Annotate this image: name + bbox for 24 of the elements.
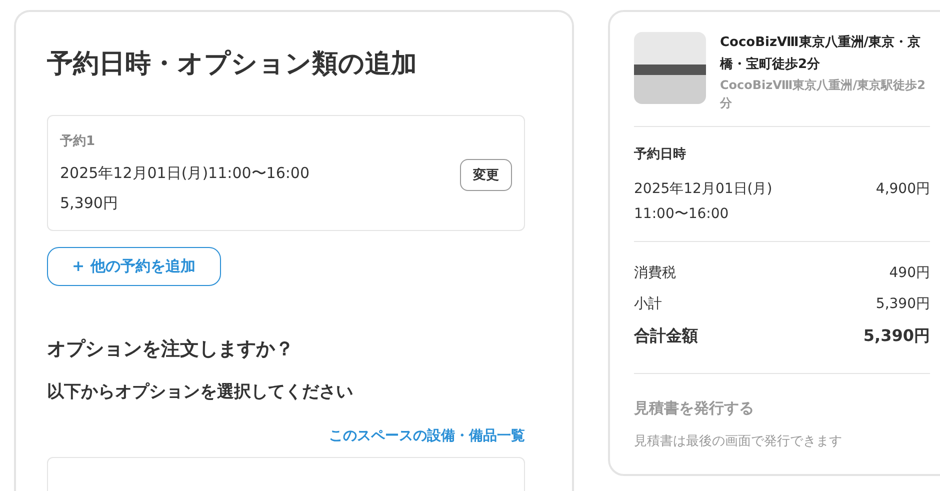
change-button[interactable]: 変更 <box>460 159 512 191</box>
price-value: 5,390円 <box>876 295 930 314</box>
reservation-price: 5,390円 <box>60 193 119 214</box>
price-label: 消費税 <box>634 264 676 283</box>
price-label: 小計 <box>634 295 662 314</box>
reservation-datetime: 2025年12月01日(月)11:00〜16:00 <box>60 163 310 184</box>
issue-quote-button[interactable]: 見積書を発行する <box>634 399 754 418</box>
reservation-time: 11:00〜16:00 <box>634 205 730 224</box>
price-label: 合計金額 <box>634 325 698 347</box>
page-title: 予約日時・オプション類の追加 <box>47 48 418 81</box>
equipment-list-link[interactable]: このスペースの設備・備品一覧 <box>329 427 525 445</box>
reservation-date: 2025年12月01日(月) <box>634 180 772 199</box>
price-value: 490円 <box>889 264 930 283</box>
options-question: オプションを注文しますか？ <box>47 337 295 362</box>
datetime-heading: 予約日時 <box>634 146 687 163</box>
reservation-label: 予約1 <box>60 133 96 150</box>
base-price: 4,900円 <box>876 180 930 199</box>
quote-note: 見積書は最後の画面で発行できます <box>634 433 843 450</box>
options-instruction: 以下からオプションを選択してください <box>47 381 354 403</box>
add-reservation-button[interactable]: + 他の予約を追加 <box>47 247 221 286</box>
space-name: CocoBizⅧ東京八重洲/東京・京橋・宝町徒歩2分 <box>720 34 922 74</box>
photo-placeholder <box>634 32 706 104</box>
price-value: 5,390円 <box>863 325 930 347</box>
space-subtitle: CocoBizⅧ東京八重洲/東京駅徒歩2分 <box>720 77 926 112</box>
